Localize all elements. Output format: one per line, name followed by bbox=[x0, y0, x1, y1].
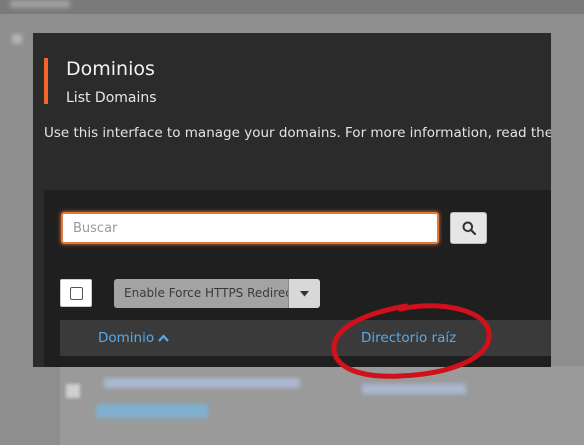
search-button[interactable] bbox=[450, 212, 487, 244]
bulk-action-label[interactable]: Enable Force HTTPS Redirect bbox=[114, 279, 297, 308]
page-subtitle: List Domains bbox=[66, 90, 157, 106]
table-header: Dominio Directorio raíz bbox=[60, 320, 551, 356]
search-icon bbox=[462, 221, 476, 235]
column-header-root-directory[interactable]: Directorio raíz bbox=[361, 330, 456, 346]
background-row-directory bbox=[362, 384, 466, 394]
background-row-link bbox=[104, 378, 300, 388]
background-logo bbox=[10, 0, 70, 8]
column-header-domain[interactable]: Dominio bbox=[98, 330, 169, 346]
caret-down-icon bbox=[300, 290, 309, 296]
background-row-checkbox bbox=[66, 384, 80, 398]
background-top-bar bbox=[0, 0, 584, 14]
chevron-up-icon bbox=[158, 334, 169, 342]
checkbox-box bbox=[69, 286, 83, 300]
column-header-domain-label: Dominio bbox=[98, 330, 155, 346]
search-input[interactable] bbox=[63, 214, 437, 242]
bulk-action-dropdown[interactable]: Enable Force HTTPS Redirect bbox=[114, 279, 320, 308]
domains-content: Enable Force HTTPS Redirect Dominio Dire… bbox=[44, 190, 551, 367]
background-row-badge bbox=[96, 404, 208, 418]
intro-text: Use this interface to manage your domain… bbox=[44, 125, 551, 141]
page-title: Dominios bbox=[66, 58, 155, 80]
dropdown-toggle[interactable] bbox=[288, 279, 320, 308]
intro-text-body: Use this interface to manage your domain… bbox=[44, 125, 551, 141]
background-icon bbox=[12, 34, 22, 44]
select-all-checkbox[interactable] bbox=[60, 279, 92, 307]
domains-panel: Dominios List Domains Use this interface… bbox=[33, 33, 551, 367]
title-accent-bar bbox=[44, 58, 48, 104]
search-input-wrapper bbox=[61, 212, 439, 244]
